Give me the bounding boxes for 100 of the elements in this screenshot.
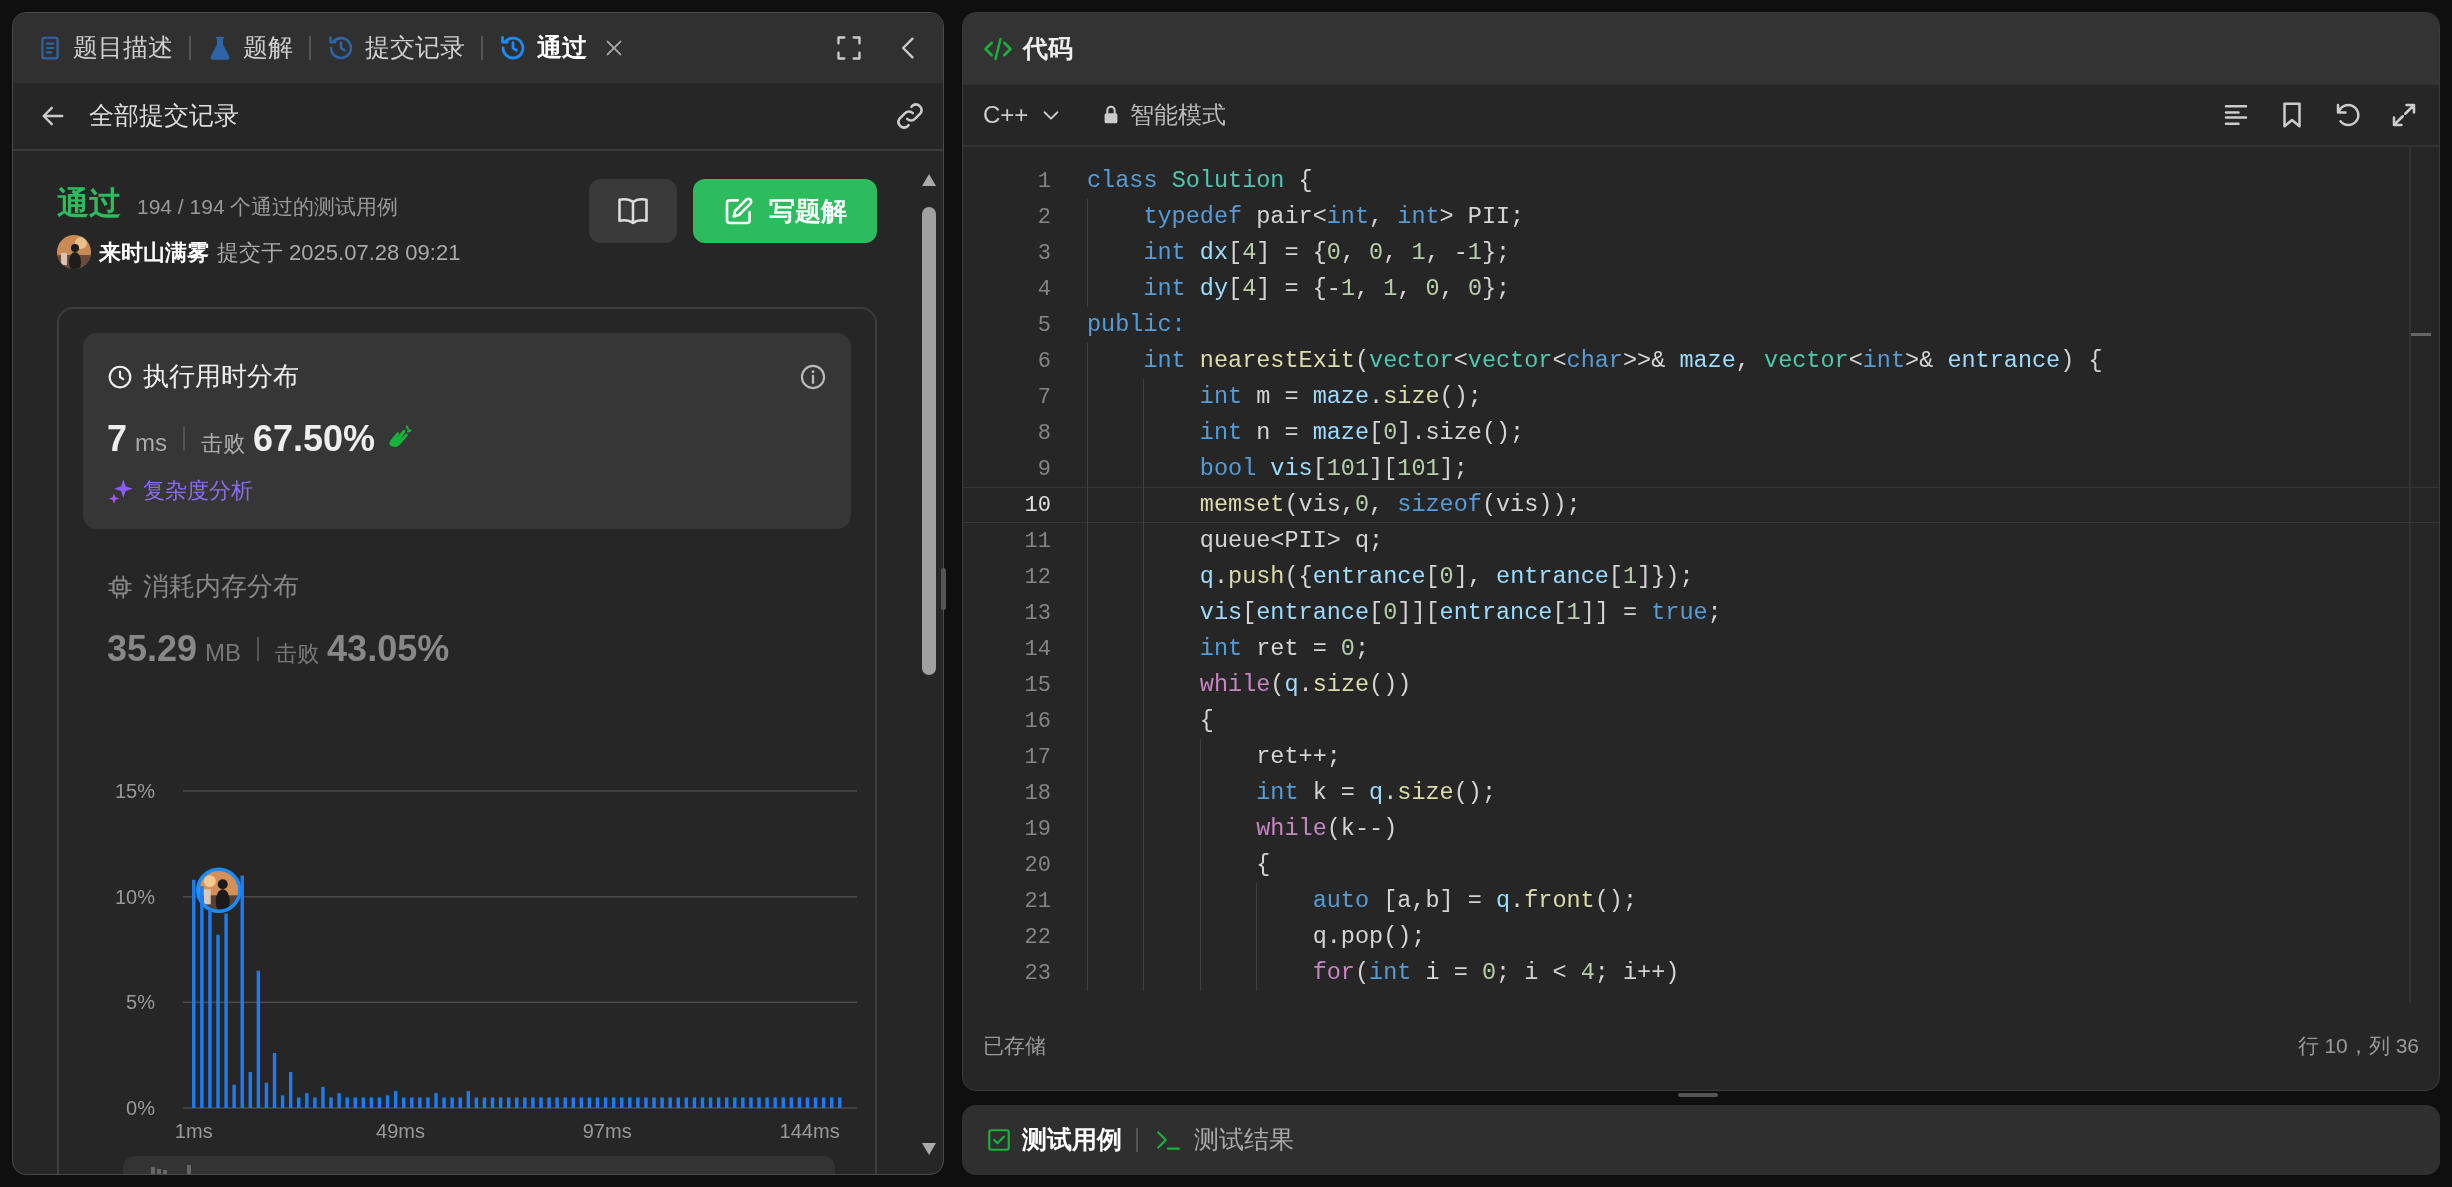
bar[interactable] xyxy=(474,1097,479,1108)
bar[interactable] xyxy=(442,1097,446,1108)
code-line: q.pop(); xyxy=(1087,919,1426,955)
bar[interactable] xyxy=(329,1097,333,1108)
bar[interactable] xyxy=(692,1097,697,1108)
bar[interactable] xyxy=(305,1093,309,1108)
bar[interactable] xyxy=(757,1097,761,1108)
tab[interactable]: 测试结果 xyxy=(1152,1121,1294,1159)
bar[interactable] xyxy=(369,1097,374,1108)
bar[interactable] xyxy=(830,1097,834,1108)
language-dropdown[interactable]: C++ xyxy=(983,97,1063,133)
bar[interactable] xyxy=(700,1097,705,1108)
bar[interactable] xyxy=(466,1091,470,1108)
bar[interactable] xyxy=(765,1097,769,1108)
bar[interactable] xyxy=(611,1097,616,1108)
bar[interactable] xyxy=(482,1097,487,1108)
bar[interactable] xyxy=(636,1097,640,1108)
bar[interactable] xyxy=(313,1097,317,1108)
bar[interactable] xyxy=(595,1097,600,1108)
bar[interactable] xyxy=(393,1091,398,1108)
bar[interactable] xyxy=(821,1097,826,1108)
bar[interactable] xyxy=(272,1053,277,1108)
bar[interactable] xyxy=(733,1097,737,1108)
bar[interactable] xyxy=(789,1097,793,1108)
resize-handle[interactable] xyxy=(1678,1093,1718,1097)
bar[interactable] xyxy=(224,913,228,1108)
tab[interactable]: 题解 xyxy=(203,29,297,67)
bar[interactable] xyxy=(781,1097,785,1108)
bar[interactable] xyxy=(603,1097,608,1108)
bar[interactable] xyxy=(515,1097,519,1108)
bar[interactable] xyxy=(531,1097,535,1108)
bar[interactable] xyxy=(418,1097,422,1108)
bar[interactable] xyxy=(192,879,196,1108)
bar[interactable] xyxy=(547,1097,551,1108)
bar[interactable] xyxy=(208,909,212,1108)
bar[interactable] xyxy=(426,1097,430,1108)
bar[interactable] xyxy=(579,1097,584,1108)
bar[interactable] xyxy=(571,1097,575,1108)
bar[interactable] xyxy=(708,1097,713,1108)
line-number: 17 xyxy=(1023,743,1051,772)
bar[interactable] xyxy=(410,1097,414,1108)
bar[interactable] xyxy=(523,1097,527,1108)
bar[interactable] xyxy=(797,1097,802,1108)
bar[interactable] xyxy=(660,1097,664,1108)
bar[interactable] xyxy=(200,886,204,1108)
bar[interactable] xyxy=(539,1097,543,1108)
bar[interactable] xyxy=(741,1097,745,1108)
tab[interactable]: 提交记录 xyxy=(323,29,469,67)
bar[interactable] xyxy=(434,1093,438,1108)
bar[interactable] xyxy=(321,1086,325,1108)
bar[interactable] xyxy=(353,1097,357,1108)
bar[interactable] xyxy=(507,1097,511,1108)
tab[interactable]: 测试用例 xyxy=(986,1121,1122,1159)
bar[interactable] xyxy=(377,1097,382,1108)
line-number: 23 xyxy=(1023,959,1051,988)
fullscreen-icon[interactable] xyxy=(835,34,863,62)
bar[interactable] xyxy=(813,1097,818,1108)
bar[interactable] xyxy=(587,1097,592,1108)
bar[interactable] xyxy=(264,1082,269,1108)
bar[interactable] xyxy=(716,1097,721,1108)
stats-card[interactable]: 消耗内存分布 35.29 MB 击败 43.05% xyxy=(83,543,851,698)
bar[interactable] xyxy=(280,1095,285,1108)
bar[interactable] xyxy=(297,1097,301,1108)
bar[interactable] xyxy=(555,1097,559,1108)
scroll-up-icon[interactable] xyxy=(921,173,937,187)
bar[interactable] xyxy=(644,1097,648,1108)
bar[interactable] xyxy=(402,1097,406,1108)
bar[interactable] xyxy=(749,1097,753,1108)
stats-card[interactable]: 执行用时分布 7 ms 击败 67.50% 复杂度分析 xyxy=(83,333,851,529)
tab[interactable]: 题目描述 xyxy=(33,29,177,67)
bar[interactable] xyxy=(773,1097,777,1108)
bar[interactable] xyxy=(498,1097,503,1108)
author-name[interactable]: 来时山满雾 xyxy=(99,235,209,269)
bar[interactable] xyxy=(676,1097,680,1108)
bar[interactable] xyxy=(838,1097,842,1108)
bar[interactable] xyxy=(725,1097,729,1108)
bar[interactable] xyxy=(232,1084,236,1108)
info-icon[interactable] xyxy=(799,362,827,391)
bar[interactable] xyxy=(240,875,244,1108)
bar[interactable] xyxy=(563,1097,567,1108)
bar[interactable] xyxy=(361,1097,366,1108)
bar[interactable] xyxy=(337,1093,341,1108)
bar[interactable] xyxy=(620,1097,624,1108)
solution-book-button[interactable] xyxy=(589,179,677,243)
bar[interactable] xyxy=(628,1097,632,1108)
tab[interactable]: 通过 xyxy=(495,29,591,67)
bar[interactable] xyxy=(256,970,261,1108)
bar[interactable] xyxy=(248,1072,252,1108)
bar[interactable] xyxy=(450,1097,454,1108)
bar[interactable] xyxy=(652,1097,656,1108)
bar[interactable] xyxy=(684,1097,689,1108)
bar[interactable] xyxy=(490,1097,495,1108)
bar[interactable] xyxy=(345,1097,349,1108)
bar[interactable] xyxy=(805,1097,810,1108)
bar[interactable] xyxy=(288,1072,293,1108)
scroll-down-icon[interactable] xyxy=(921,1142,937,1156)
bar[interactable] xyxy=(385,1095,390,1108)
bar[interactable] xyxy=(668,1097,672,1108)
bar[interactable] xyxy=(458,1097,462,1108)
resize-handle[interactable] xyxy=(941,568,946,610)
